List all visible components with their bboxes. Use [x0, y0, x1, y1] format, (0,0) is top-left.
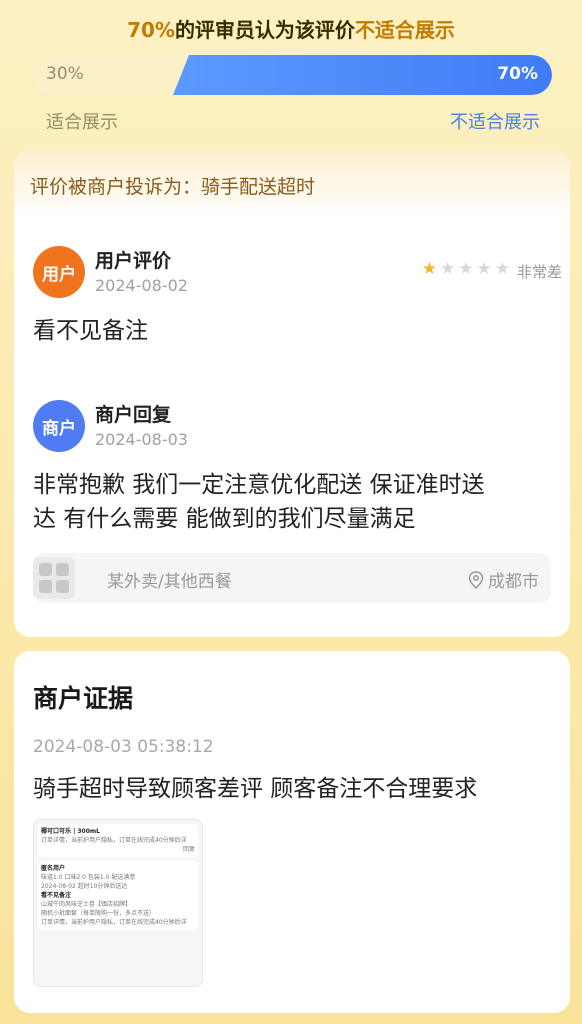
shop-category: 某外卖/其他西餐: [107, 572, 232, 592]
shop-location: 成都市: [468, 567, 539, 592]
merchant-reply-line: 非常抱歉 我们一定注意优化配送 保证准时送: [33, 472, 485, 498]
complaint-header: 评价被商户投诉为：骑手配送超时: [14, 150, 570, 216]
screenshot-text: 看不见备注: [41, 892, 72, 899]
merchant-reply-line: 达 有什么需要 能做到的我们尽量满足: [33, 506, 416, 532]
screenshot-text: 订单详情，当前护用户隐私，订单在线完成40分钟后详: [41, 837, 187, 844]
vote-unsuitable-segment: [173, 55, 552, 95]
evidence-text: 骑手超时导致顾客差评 顾客备注不合理要求: [33, 776, 478, 802]
screenshot-text: 匿名用户: [41, 865, 66, 872]
star-empty-icon: ★: [458, 259, 474, 279]
evidence-card: 商户证据 2024-08-03 05:38:12 骑手超时导致顾客差评 顾客备注…: [14, 651, 570, 1013]
review-card: 评价被商户投诉为：骑手配送超时 用户 用户评价 2024-08-02 ★ ★ ★ ★ ★…: [14, 150, 570, 637]
evidence-time: 2024-08-03 05:38:12: [33, 737, 214, 757]
star-empty-icon: ★: [440, 259, 456, 279]
shop-location-text: 成都市: [488, 572, 539, 592]
vote-suitable-percent: 30%: [46, 64, 84, 84]
merchant-reply-content: 非常抱歉 我们一定注意优化配送 保证准时送 达 有什么需要 能做到的我们尽量满足: [33, 468, 485, 536]
user-review-title: 用户评价: [95, 250, 172, 272]
vote-progress-bar: [34, 55, 552, 95]
screenshot-text: 山城牛肉风味芝士卷【镇店招牌】: [41, 901, 132, 908]
screenshot-text: 订单详情，当前护用户隐私，订单在线完成40分钟后详: [41, 919, 187, 926]
unsuitable-label: 不适合展示: [450, 112, 540, 133]
merchant-reply-title: 商户回复: [95, 404, 172, 426]
star-empty-icon: ★: [476, 259, 492, 279]
evidence-title: 商户证据: [33, 684, 134, 713]
shop-info-row[interactable]: 某外卖/其他西餐 成都市: [33, 553, 551, 603]
location-pin-icon: [468, 570, 484, 589]
suitable-label: 适合展示: [46, 112, 118, 133]
shop-thumbnail: [33, 557, 75, 599]
screenshot-text: 随机小批面套（每单限购一份，多点不送）: [41, 910, 156, 917]
screenshot-block: 椰可口可乐 | 300mL 订单详情，当前护用户隐私，订单在线完成40分钟后详 …: [38, 824, 198, 857]
screenshot-block: 匿名用户 味道1.0 口味2.0 包装1.0 配送满意 2024-08-02 超…: [38, 861, 198, 930]
vote-title-percent: 70%: [127, 18, 175, 42]
user-avatar: 用户: [33, 246, 85, 298]
user-review-content: 看不见备注: [33, 318, 148, 344]
user-review-date: 2024-08-02: [95, 276, 188, 295]
star-empty-icon: ★: [494, 259, 510, 279]
evidence-screenshot[interactable]: 椰可口可乐 | 300mL 订单详情，当前护用户隐私，订单在线完成40分钟后详 …: [33, 819, 203, 987]
screenshot-text: 2024-08-02 超时10分钟后送达: [41, 883, 128, 890]
screenshot-text: 椰可口可乐 | 300mL: [41, 828, 100, 835]
vote-title: 70%的评审员认为该评价不适合展示: [0, 14, 582, 43]
screenshot-text: 味道1.0 口味2.0 包装1.0 配送满意: [41, 874, 136, 881]
star-rating: ★ ★ ★ ★ ★: [422, 260, 510, 278]
vote-title-end: 不适合展示: [354, 18, 455, 42]
vote-title-mid: 的评审员认为该评价: [174, 18, 355, 42]
merchant-reply-date: 2024-08-03: [95, 430, 188, 449]
vote-unsuitable-percent: 70%: [497, 64, 538, 84]
rating-label: 非常差: [516, 263, 562, 281]
star-filled-icon: ★: [421, 259, 437, 279]
merchant-avatar: 商户: [33, 400, 85, 452]
screenshot-text: 回复: [182, 846, 195, 853]
